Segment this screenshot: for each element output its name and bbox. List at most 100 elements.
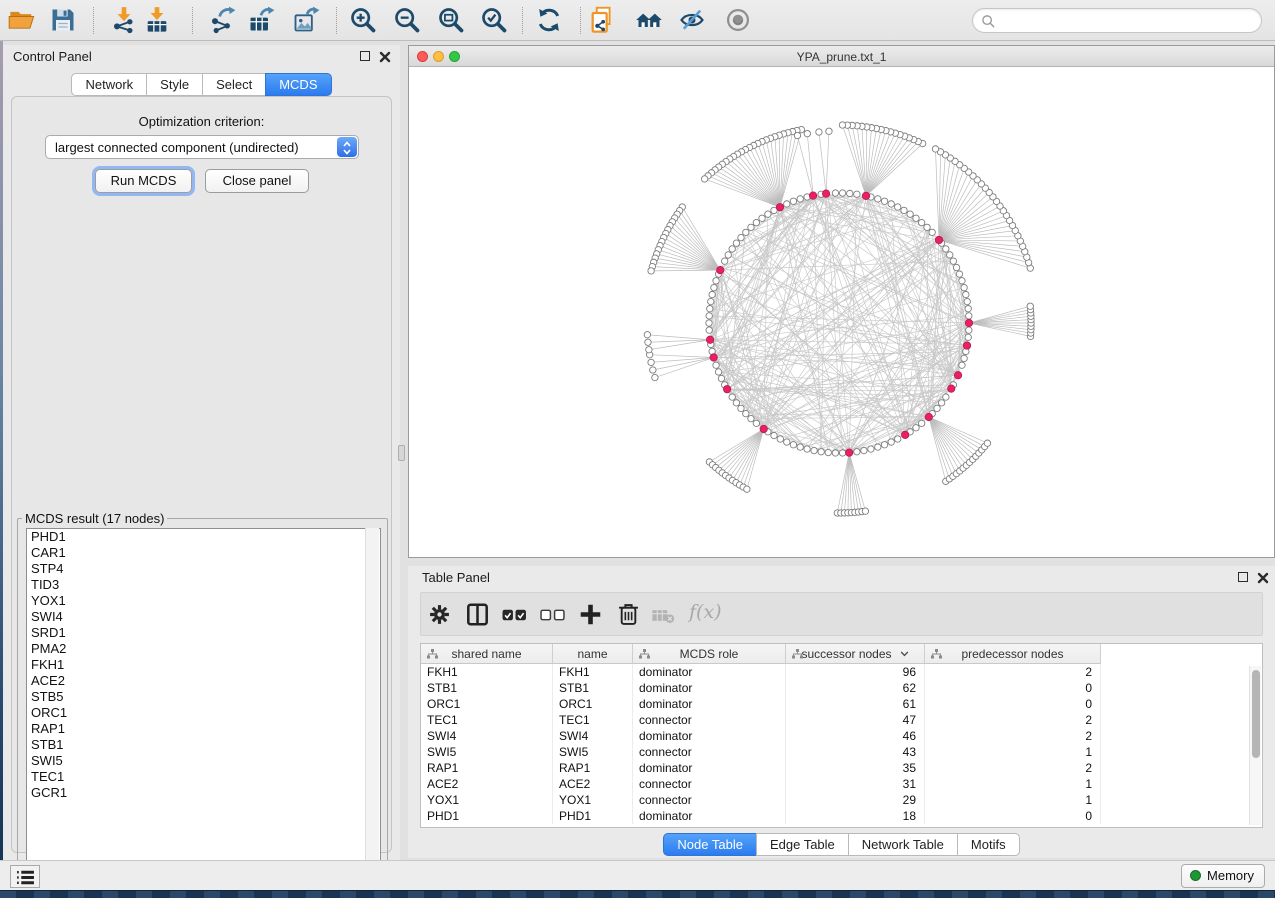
tab-node-table[interactable]: Node Table — [663, 833, 757, 856]
mcds-node-item[interactable]: SWI4 — [27, 609, 380, 625]
float-table-panel-button[interactable] — [1238, 572, 1248, 582]
apply-layout-icon[interactable] — [535, 6, 563, 34]
cell-mcds-role: dominator — [633, 696, 786, 712]
add-column-icon[interactable] — [579, 603, 602, 626]
open-file-icon[interactable] — [8, 6, 36, 34]
export-table-icon[interactable] — [247, 6, 275, 34]
save-session-icon[interactable] — [49, 6, 77, 34]
close-table-panel-button[interactable] — [1257, 571, 1269, 583]
column-header-mcds-role[interactable]: MCDS role — [633, 644, 786, 664]
sort-chevron-down-icon — [900, 651, 909, 657]
criterion-dropdown[interactable]: largest connected component (undirected) — [45, 135, 359, 159]
mcds-node-item[interactable]: YOX1 — [27, 593, 380, 609]
column-header-shared-name[interactable]: shared name — [421, 644, 553, 664]
mcds-node-item[interactable]: TEC1 — [27, 769, 380, 785]
cell-shared-name: RAP1 — [421, 760, 553, 776]
mcds-node-item[interactable]: TID3 — [27, 577, 380, 593]
close-panel-button-secondary[interactable]: Close panel — [205, 169, 309, 193]
network-leaf-node — [646, 347, 652, 353]
tab-mcds[interactable]: MCDS — [265, 73, 331, 96]
network-nodes[interactable] — [644, 122, 1034, 516]
zoom-in-icon[interactable] — [349, 6, 377, 34]
export-network-icon[interactable] — [208, 6, 236, 34]
mcds-result-list[interactable]: PHD1CAR1STP4TID3YOX1SWI4SRD1PMA2FKH1ACE2… — [26, 528, 381, 880]
run-mcds-button[interactable]: Run MCDS — [95, 169, 192, 193]
close-panel-button[interactable] — [379, 50, 391, 62]
hide-selected-icon[interactable] — [678, 6, 706, 34]
cell-mcds-role: dominator — [633, 760, 786, 776]
network-canvas-svg[interactable] — [409, 67, 1274, 557]
table-options-gear-icon[interactable] — [428, 603, 451, 626]
zoom-out-icon[interactable] — [393, 6, 421, 34]
show-all-icon[interactable] — [724, 6, 752, 34]
export-image-icon[interactable] — [292, 6, 320, 34]
deselect-all-checkboxes-icon[interactable] — [540, 608, 565, 622]
cell-shared-name: TEC1 — [421, 712, 553, 728]
import-table-icon[interactable] — [143, 6, 171, 34]
network-hub-node — [862, 192, 869, 199]
mcds-node-item[interactable]: ORC1 — [27, 705, 380, 721]
column-header-name[interactable]: name — [553, 644, 633, 664]
table-row[interactable]: SWI5SWI5connector431 — [421, 744, 1101, 760]
panel-splitter-handle[interactable] — [398, 445, 405, 461]
mcds-node-item[interactable]: SRD1 — [27, 625, 380, 641]
mcds-node-item[interactable]: GCR1 — [27, 785, 380, 801]
column-header-successor-nodes[interactable]: successor nodes — [786, 644, 925, 664]
mcds-node-item[interactable]: SWI5 — [27, 753, 380, 769]
network-hub-node — [948, 385, 955, 392]
mcds-node-item[interactable]: STP4 — [27, 561, 380, 577]
delete-column-trash-icon[interactable] — [618, 602, 639, 626]
table-row[interactable]: TEC1TEC1connector472 — [421, 712, 1101, 728]
table-row[interactable]: YOX1YOX1connector291 — [421, 792, 1101, 808]
mcds-node-item[interactable]: PHD1 — [27, 529, 380, 545]
network-ring-node — [854, 449, 860, 455]
import-network-icon[interactable] — [110, 6, 138, 34]
column-header-predecessor-nodes[interactable]: predecessor nodes — [925, 644, 1101, 664]
table-scrollbar-thumb[interactable] — [1252, 670, 1260, 758]
network-ring-node — [718, 375, 724, 381]
node-table-body: FKH1FKH1dominator962STB1STB1dominator620… — [421, 664, 1101, 824]
mcds-node-item[interactable]: STB1 — [27, 737, 380, 753]
cell-predecessor-nodes: 2 — [925, 728, 1101, 744]
mcds-node-item[interactable]: ACE2 — [27, 673, 380, 689]
tab-network-table[interactable]: Network Table — [848, 833, 958, 856]
mcds-node-item[interactable]: STB5 — [27, 689, 380, 705]
mcds-node-item[interactable]: RAP1 — [27, 721, 380, 737]
network-window-titlebar[interactable]: YPA_prune.txt_1 — [409, 46, 1274, 67]
clone-network-icon[interactable] — [588, 6, 616, 34]
mcds-list-scrollbar[interactable] — [365, 528, 379, 880]
mcds-node-item[interactable]: PMA2 — [27, 641, 380, 657]
table-row[interactable]: STB1STB1dominator620 — [421, 680, 1101, 696]
search-input[interactable] — [1001, 10, 1251, 31]
tab-select[interactable]: Select — [202, 73, 266, 96]
task-history-button[interactable] — [10, 865, 40, 888]
tab-network[interactable]: Network — [71, 73, 147, 96]
table-row[interactable]: FKH1FKH1dominator962 — [421, 664, 1101, 680]
tab-motifs[interactable]: Motifs — [957, 833, 1020, 856]
tab-edge-table[interactable]: Edge Table — [756, 833, 849, 856]
network-leaf-node — [984, 440, 990, 446]
memory-button[interactable]: Memory — [1181, 864, 1265, 888]
cell-predecessor-nodes: 2 — [925, 664, 1101, 680]
network-ring-node — [825, 449, 831, 455]
table-row[interactable]: ORC1ORC1dominator610 — [421, 696, 1101, 712]
first-neighbors-icon[interactable] — [635, 6, 663, 34]
cell-mcds-role: connector — [633, 744, 786, 760]
select-all-checkboxes-icon[interactable] — [502, 608, 527, 622]
zoom-fit-icon[interactable] — [437, 6, 465, 34]
table-row[interactable]: ACE2ACE2connector311 — [421, 776, 1101, 792]
cell-predecessor-nodes: 0 — [925, 680, 1101, 696]
network-ring-node — [784, 439, 790, 445]
float-window-button[interactable] — [360, 51, 370, 61]
tab-style[interactable]: Style — [146, 73, 203, 96]
table-scrollbar[interactable] — [1249, 666, 1261, 825]
mcds-node-item[interactable]: FKH1 — [27, 657, 380, 673]
mcds-result-group: MCDS result (17 nodes) PHD1CAR1STP4TID3Y… — [17, 511, 388, 883]
table-row[interactable]: RAP1RAP1dominator352 — [421, 760, 1101, 776]
column-visibility-icon[interactable] — [466, 603, 489, 626]
mcds-node-item[interactable]: CAR1 — [27, 545, 380, 561]
zoom-selected-icon[interactable] — [480, 6, 508, 34]
table-row[interactable]: PHD1PHD1dominator180 — [421, 808, 1101, 824]
table-row[interactable]: SWI4SWI4dominator462 — [421, 728, 1101, 744]
network-canvas[interactable] — [409, 67, 1274, 557]
